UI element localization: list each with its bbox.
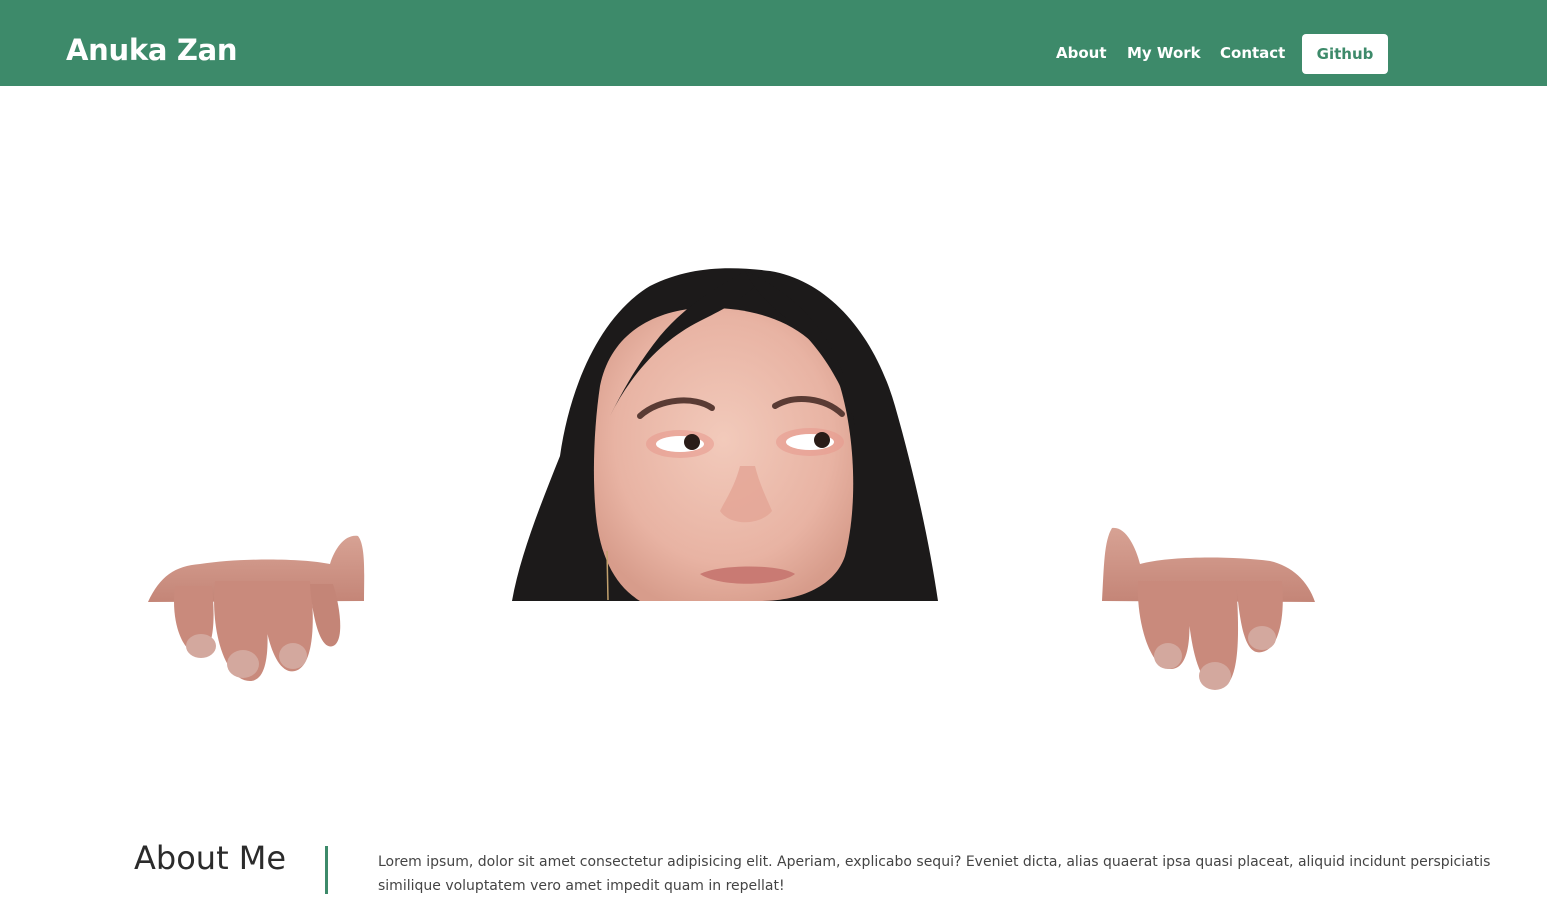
nav-link-my-work[interactable]: My Work [1127, 46, 1201, 61]
navbar: Anuka Zan About My Work Contact Github [0, 0, 1547, 86]
brand-logo[interactable]: Anuka Zan [66, 36, 238, 65]
about-divider [325, 846, 328, 894]
about-text: Lorem ipsum, dolor sit amet consectetur … [378, 854, 1491, 894]
nav-link-contact[interactable]: Contact [1220, 46, 1285, 61]
nav-link-about[interactable]: About [1056, 46, 1107, 61]
hero-portrait-image [148, 268, 1315, 690]
earring [606, 550, 609, 601]
left-hand-image [148, 535, 365, 681]
left-pupil [684, 434, 700, 450]
about-section: About Me Lorem ipsum, dolor sit amet con… [0, 830, 1547, 923]
about-heading: About Me [134, 839, 287, 877]
hero-section [0, 86, 1547, 786]
right-pupil [814, 432, 830, 448]
right-hand-image [1102, 527, 1315, 690]
github-button[interactable]: Github [1302, 34, 1388, 74]
